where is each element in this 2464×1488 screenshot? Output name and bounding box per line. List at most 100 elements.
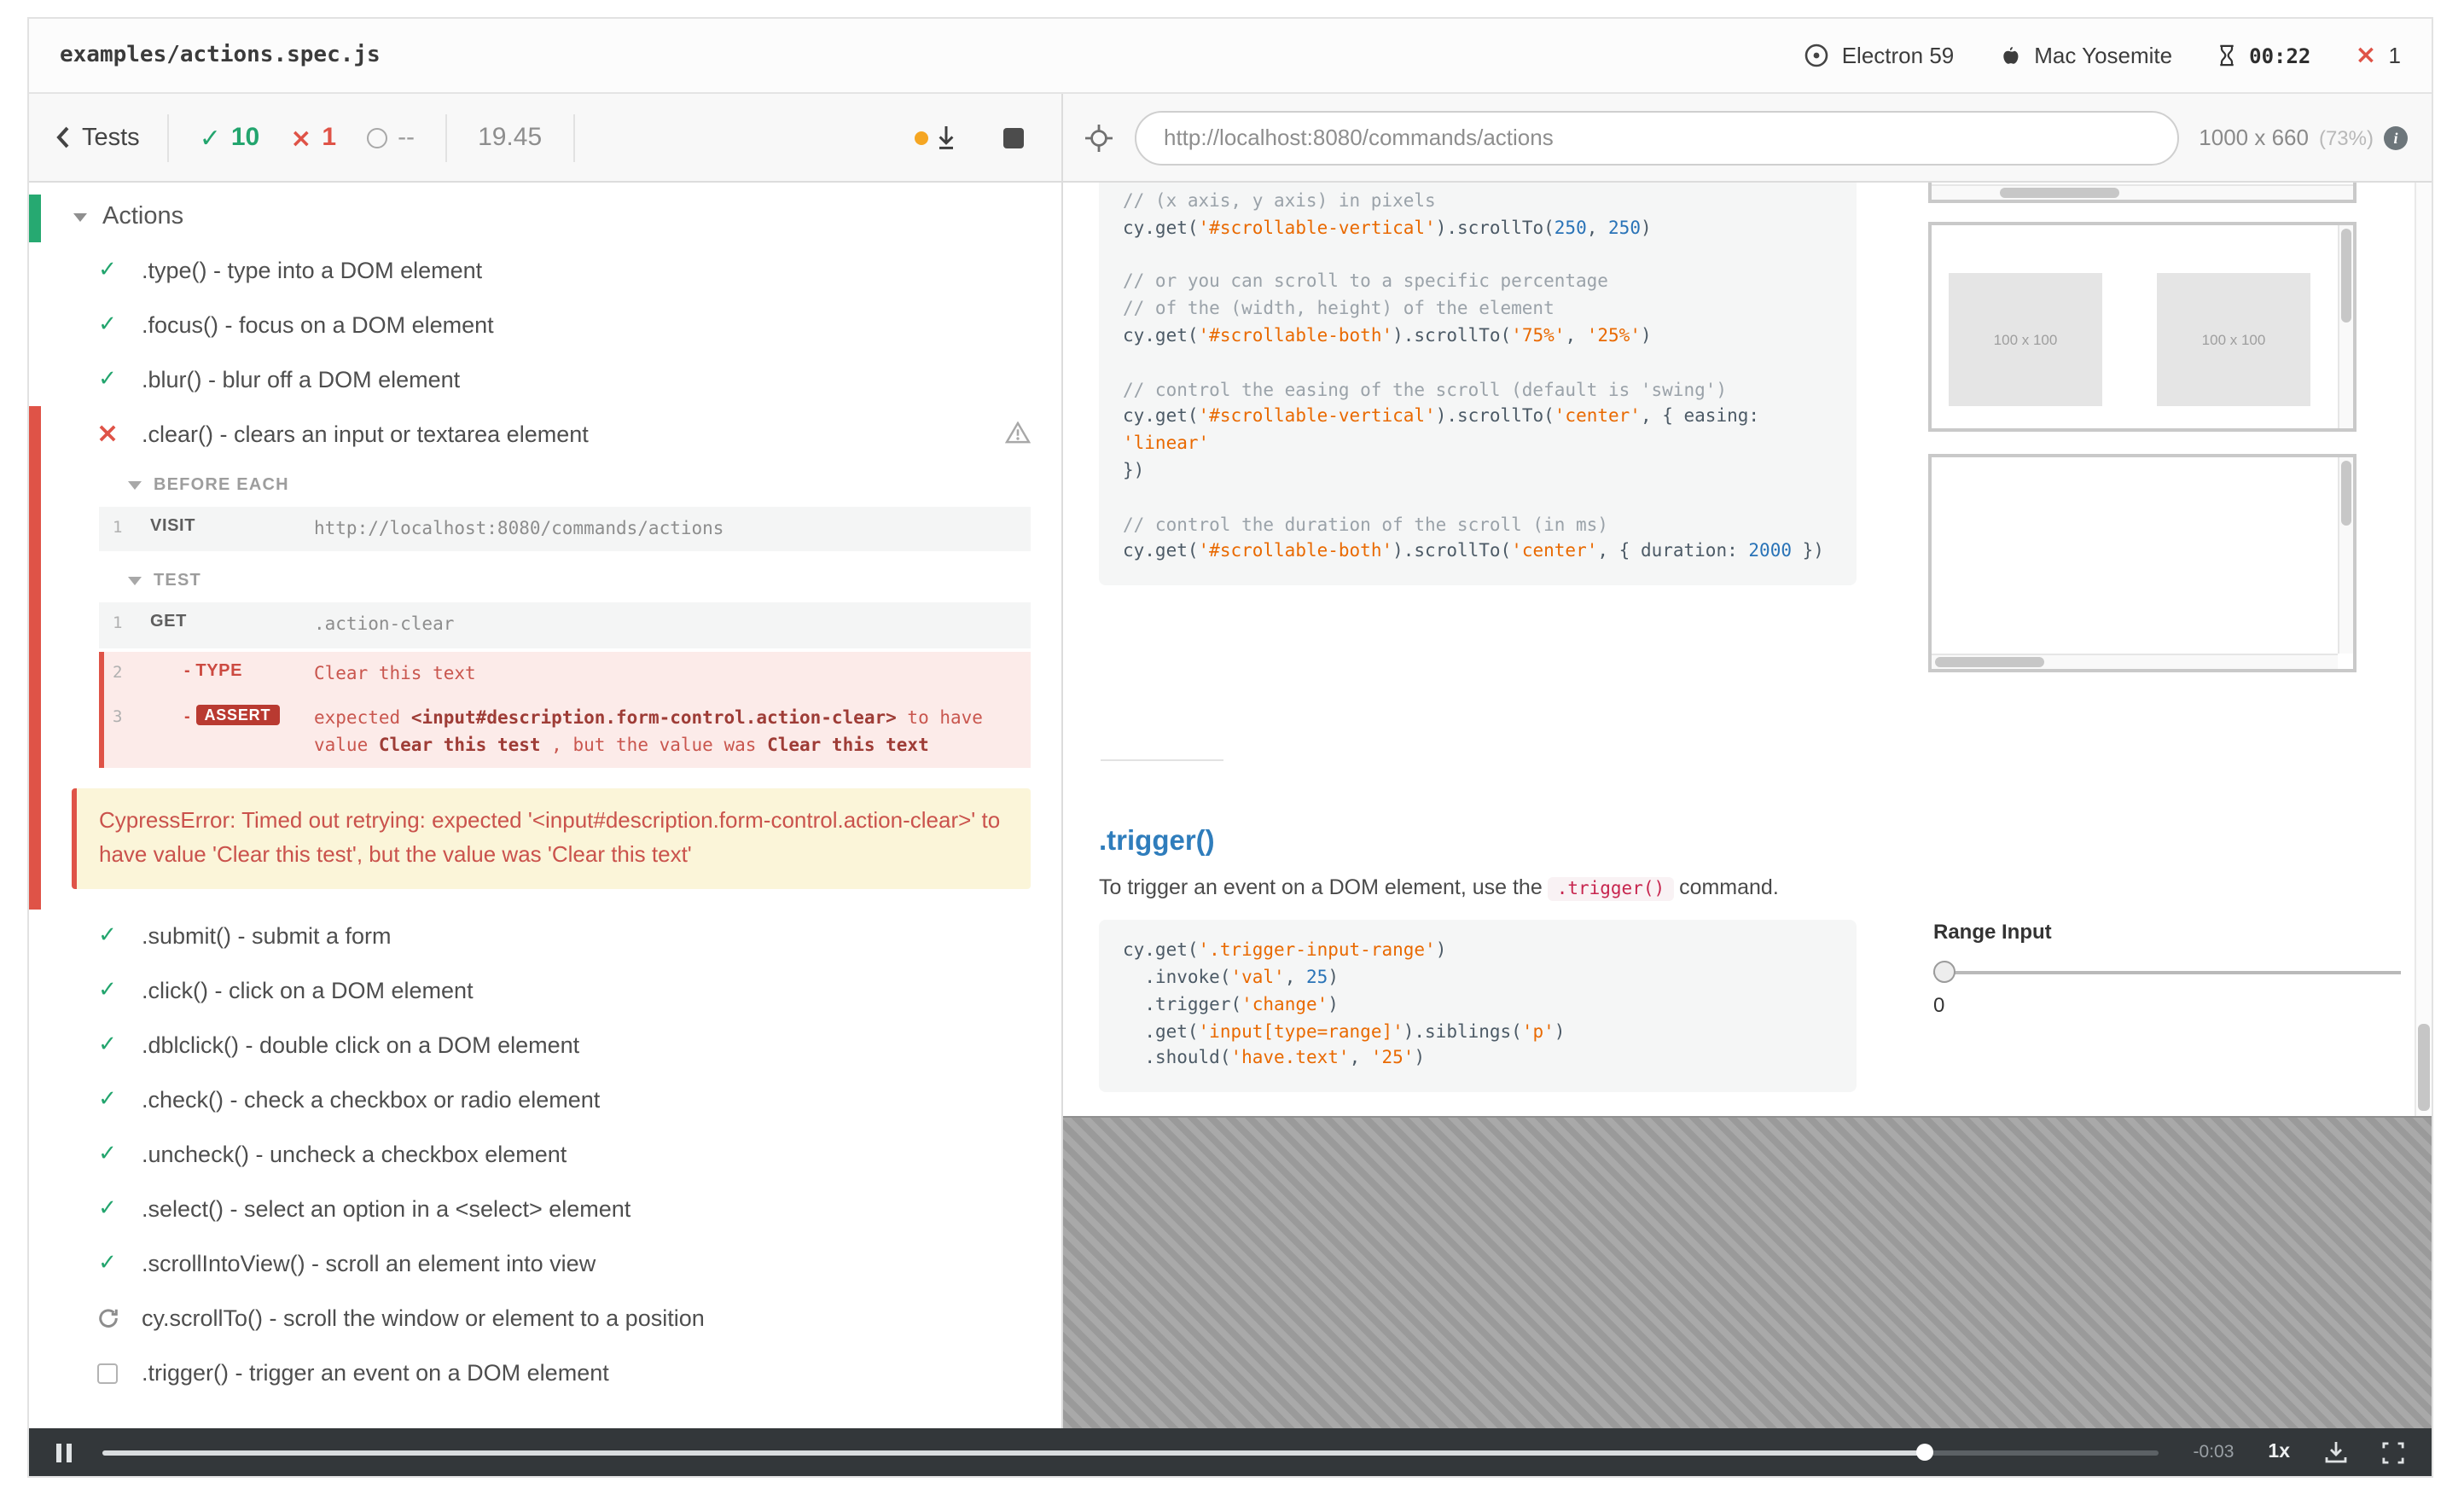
test-title: cy.scrollTo() - scroll the window or ele… — [142, 1305, 705, 1332]
pause-button[interactable] — [56, 1443, 72, 1462]
command-row[interactable]: 1 VISIT http://localhost:8080/commands/act… — [99, 507, 1031, 552]
back-to-tests-button[interactable]: Tests — [56, 113, 169, 161]
apple-icon — [1998, 43, 2022, 68]
horizontal-scrollbar[interactable] — [1932, 184, 2353, 200]
fullscreen-button[interactable] — [2382, 1441, 2404, 1463]
error-message: CypressError: Timed out retrying: expect… — [72, 788, 1031, 889]
test-row[interactable]: ✓ .submit() - submit a form — [29, 909, 1061, 963]
playback-speed-button[interactable]: 1x — [2268, 1442, 2290, 1462]
failure-count-value: 1 — [2388, 43, 2401, 68]
test-row[interactable]: ✓ .type() - type into a DOM element — [29, 242, 1061, 297]
url-bar[interactable]: http://localhost:8080/commands/actions — [1135, 110, 2179, 165]
range-value: 0 — [1933, 993, 1945, 1017]
test-row[interactable]: ✓ .blur() - blur off a DOM element — [29, 352, 1061, 406]
video-player-bar: -0:03 1x — [29, 1428, 2432, 1476]
scrollbar-thumb[interactable] — [1935, 657, 2044, 667]
player-time-remaining: -0:03 — [2193, 1442, 2234, 1462]
check-icon: ✓ — [98, 1251, 117, 1277]
scrollable-vertical-demo[interactable]: 100 x 100 100 x 100 — [1928, 222, 2356, 432]
header-meta: Electron 59 Mac Yosemite 00:22 × 1 — [1804, 39, 2401, 70]
test-row[interactable]: ✓ .focus() - focus on a DOM element — [29, 297, 1061, 352]
section-intro: To trigger an event on a DOM element, us… — [1099, 875, 1779, 902]
scrollable-both-demo[interactable] — [1928, 454, 2356, 672]
stop-button[interactable] — [1003, 127, 1024, 148]
hooks: BEFORE EACH 1 VISIT http://localhost:8080/c… — [41, 461, 1061, 769]
main-area: Actions ✓ .type() - type into a DOM eleme… — [29, 183, 2432, 1428]
range-slider[interactable] — [1933, 961, 2401, 985]
test-row[interactable]: ✓ .select() - select an option in a <sele… — [29, 1182, 1061, 1236]
hook-header[interactable]: BEFORE EACH — [41, 461, 1061, 503]
check-icon: ✓ — [98, 257, 117, 282]
horizontal-scrollbar[interactable] — [1932, 654, 2338, 669]
command-number: 2 — [113, 663, 123, 683]
check-icon: ✓ — [199, 122, 221, 153]
aut-panel: // (x axis, y axis) in pixels cy.get('#sc… — [1063, 183, 2432, 1428]
command-method: - TYPE — [184, 661, 243, 681]
suite-header[interactable]: Actions — [29, 195, 1061, 242]
test-title: .click() - click on a DOM element — [142, 978, 474, 1004]
range-input-label: Range Input — [1933, 920, 2052, 944]
test-row[interactable]: ✓ .click() - click on a DOM element — [29, 963, 1061, 1018]
test-title: .uncheck() - uncheck a checkbox element — [142, 1142, 567, 1168]
command-row[interactable]: 2 - TYPE Clear this text — [99, 651, 1031, 696]
reporter-toolbar: Tests ✓ 10 × 1 -- 19.45 — [29, 94, 1063, 181]
aut-toolbar: http://localhost:8080/commands/actions 1… — [1063, 94, 2432, 181]
auto-scroll-toggle[interactable] — [915, 125, 956, 150]
test-row[interactable]: .trigger() - trigger an event on a DOM e… — [29, 1346, 1061, 1400]
warning-icon — [1005, 421, 1031, 444]
scrollbar-thumb[interactable] — [2341, 461, 2351, 526]
command-row[interactable]: 1 GET .action-clear — [99, 602, 1031, 648]
failed-test-block: × .clear() - clears an input or textarea… — [29, 406, 1061, 910]
player-progress-thumb[interactable] — [1915, 1444, 1933, 1461]
command-log: 1 VISIT http://localhost:8080/commands/act… — [99, 507, 1031, 552]
fail-x-icon: × — [2355, 39, 2377, 70]
command-method: GET — [150, 613, 187, 632]
aut-scrollbar[interactable] — [2415, 183, 2432, 1116]
test-row[interactable]: ✓ .dblclick() - double click on a DOM ele… — [29, 1018, 1061, 1072]
os-label: Mac Yosemite — [2034, 43, 2173, 68]
info-icon[interactable]: i — [2384, 125, 2408, 149]
scrollbar-thumb[interactable] — [2000, 188, 2119, 198]
timer-value: 00:22 — [2249, 44, 2311, 67]
scrollable-horizontal-demo[interactable] — [1928, 183, 2356, 203]
test-row[interactable]: ✓ .scrollIntoView() - scroll an element i… — [29, 1236, 1061, 1291]
test-title: .clear() - clears an input or textarea e… — [142, 421, 589, 446]
browser-info: Electron 59 — [1804, 43, 1955, 68]
vertical-scrollbar[interactable] — [2338, 225, 2353, 428]
test-title: .submit() - submit a form — [142, 923, 392, 950]
suite-title: Actions — [102, 203, 184, 230]
aut-scrollbar-thumb[interactable] — [2418, 1024, 2430, 1111]
section-divider — [1101, 759, 1223, 762]
test-title: .check() - check a checkbox or radio ele… — [142, 1087, 601, 1113]
aut-docs-column: // (x axis, y axis) in pixels cy.get('#sc… — [1099, 183, 1857, 1093]
player-progress-bar[interactable] — [102, 1442, 2159, 1462]
vertical-scrollbar[interactable] — [2338, 457, 2353, 654]
test-title: .trigger() - trigger an event on a DOM e… — [142, 1360, 609, 1386]
hook-header[interactable]: TEST — [41, 557, 1061, 600]
collapse-caret-icon — [128, 577, 142, 586]
test-row[interactable]: cy.scrollTo() - scroll the window or ele… — [29, 1291, 1061, 1346]
command-method: - ASSERT — [150, 704, 314, 727]
check-icon: ✓ — [98, 366, 117, 392]
test-title: .dblclick() - double click on a DOM elem… — [142, 1032, 580, 1059]
player-progress-played — [102, 1450, 1925, 1456]
test-row-failed[interactable]: × .clear() - clears an input or textarea… — [41, 406, 1061, 461]
test-title: .select() - select an option in a <selec… — [142, 1196, 631, 1223]
check-icon: ✓ — [98, 1196, 117, 1223]
passed-count: ✓ 10 — [199, 122, 260, 153]
slider-thumb[interactable] — [1933, 961, 1956, 983]
hook-label: BEFORE EACH — [154, 476, 289, 495]
command-row[interactable]: 3 - ASSERT expected <input#description.for… — [99, 695, 1031, 769]
test-stats: ✓ 10 × 1 -- — [169, 113, 448, 161]
selector-playground-icon[interactable] — [1084, 122, 1114, 153]
check-icon: ✓ — [98, 923, 117, 950]
test-row[interactable]: ✓ .uncheck() - uncheck a checkbox element — [29, 1127, 1061, 1182]
range-input-section: Range Input 0 — [1928, 920, 2406, 1017]
reporter-panel: Actions ✓ .type() - type into a DOM eleme… — [29, 183, 1063, 1428]
browser-label: Electron 59 — [1841, 43, 1955, 68]
download-button[interactable] — [2324, 1440, 2348, 1464]
test-row[interactable]: ✓ .check() - check a checkbox or radio el… — [29, 1072, 1061, 1127]
back-to-tests-label: Tests — [82, 124, 140, 151]
check-icon: ✓ — [98, 978, 117, 1004]
scrollbar-thumb[interactable] — [2341, 229, 2351, 323]
